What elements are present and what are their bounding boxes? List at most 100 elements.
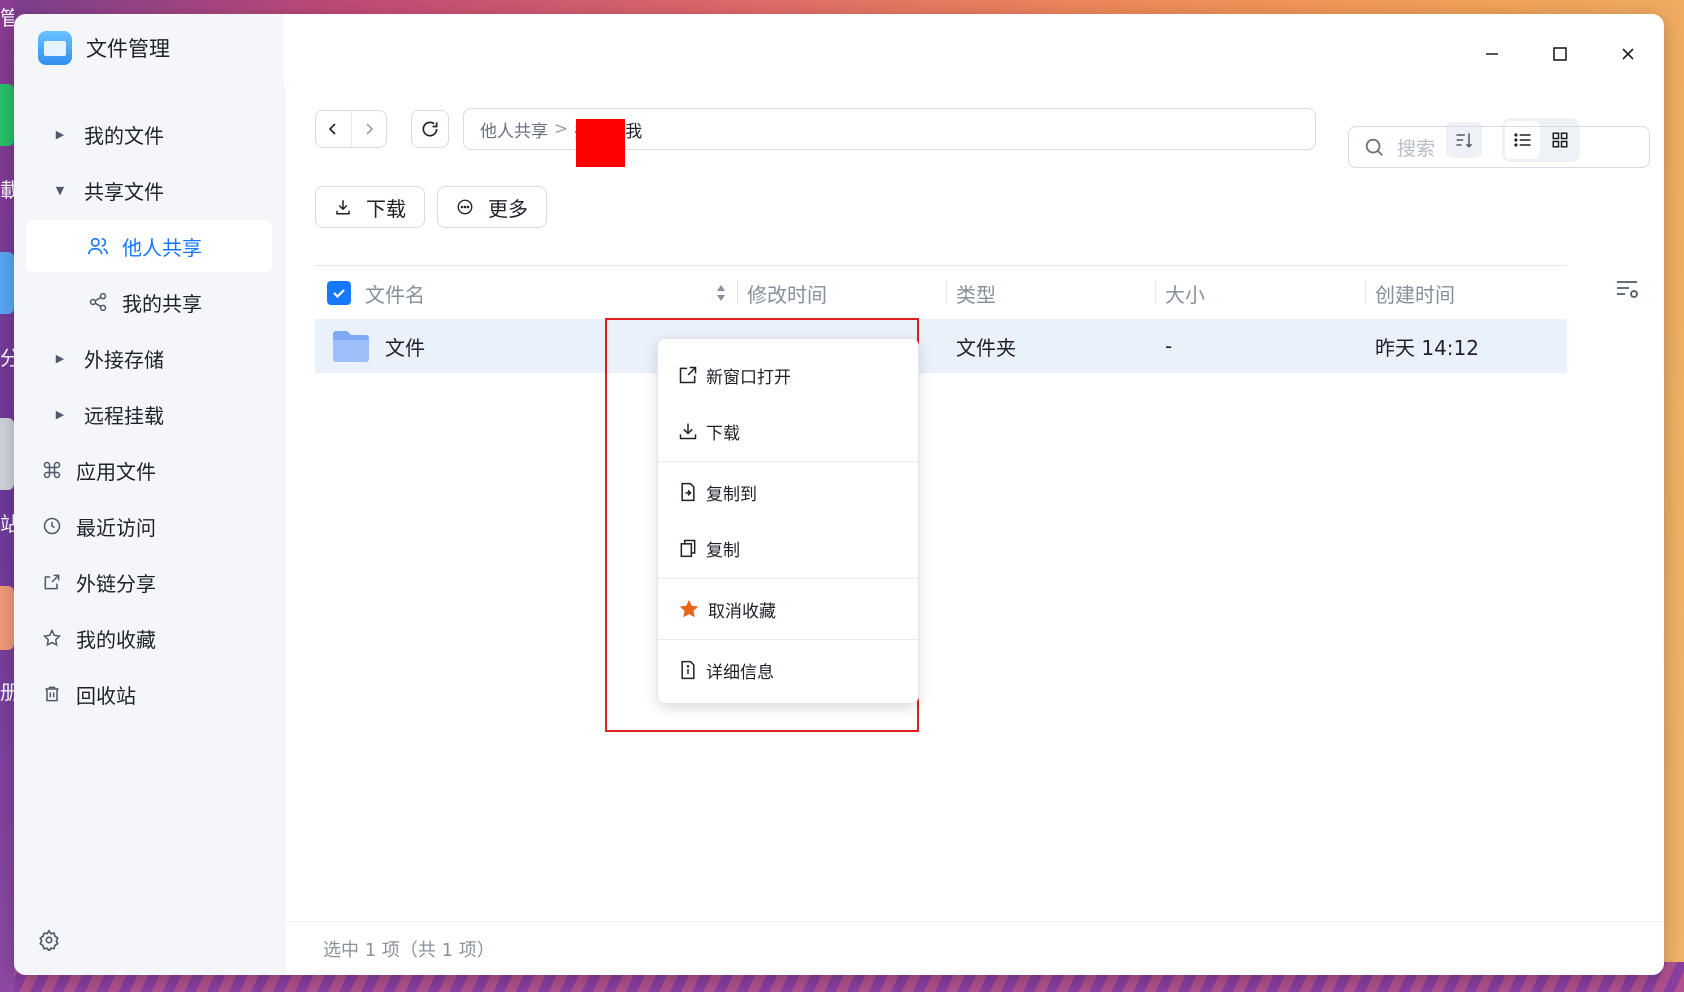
sidebar-item-label: 回收站 bbox=[76, 683, 136, 708]
sidebar-item-recent[interactable]: 最近访问 bbox=[26, 500, 272, 552]
sidebar-nav: ▶ 我的文件 ▼ 共享文件 他人共享 我的共享 ▶ 外接存储 ▶ 远程挂载 应用… bbox=[26, 108, 272, 724]
breadcrumb-separator: > bbox=[554, 119, 569, 139]
caret-right-icon[interactable]: ▶ bbox=[52, 408, 68, 421]
app-header: 文件管理 bbox=[38, 30, 170, 66]
column-label: 类型 bbox=[956, 282, 996, 307]
column-settings-icon[interactable] bbox=[1615, 278, 1641, 304]
window-title: 文件管理 bbox=[86, 37, 170, 61]
sidebar-item-link-share[interactable]: 外链分享 bbox=[26, 556, 272, 608]
menu-divider bbox=[658, 461, 918, 462]
select-all-checkbox[interactable] bbox=[327, 281, 351, 305]
search-box[interactable]: 搜索 bbox=[1348, 126, 1650, 168]
maximize-icon[interactable] bbox=[1538, 34, 1582, 74]
sidebar-item-shared-files[interactable]: ▼ 共享文件 bbox=[26, 164, 272, 216]
menu-item-unfavorite[interactable]: 取消收藏 bbox=[658, 581, 918, 637]
desktop-label-fragment: 册 bbox=[0, 680, 14, 704]
menu-item-details[interactable]: 详细信息 bbox=[658, 642, 918, 698]
column-modified[interactable]: 修改时间 bbox=[737, 266, 827, 320]
back-button[interactable] bbox=[316, 111, 351, 147]
clock-icon bbox=[40, 514, 64, 538]
search-icon bbox=[1365, 138, 1383, 156]
users-icon bbox=[86, 234, 110, 258]
column-created[interactable]: 创建时间 bbox=[1365, 266, 1455, 320]
minimize-icon[interactable] bbox=[1470, 34, 1514, 74]
table-header: 文件名 修改时间 类型 大小 创建时间 bbox=[315, 265, 1567, 319]
sidebar-item-shared-with-me[interactable]: 他人共享 bbox=[26, 220, 272, 272]
copy-to-icon bbox=[681, 482, 695, 502]
menu-item-label: 复制到 bbox=[706, 484, 757, 505]
column-label: 修改时间 bbox=[747, 282, 827, 307]
sidebar-item-external-storage[interactable]: ▶ 外接存储 bbox=[26, 332, 272, 384]
column-size[interactable]: 大小 bbox=[1155, 266, 1205, 320]
folder-app-icon bbox=[38, 31, 72, 65]
file-table: 文件名 修改时间 类型 大小 创建时间 文件 文件夹 - 昨天 14:12 bbox=[315, 265, 1567, 373]
caret-right-icon[interactable]: ▶ bbox=[52, 352, 68, 365]
forward-button[interactable] bbox=[350, 111, 386, 147]
file-size: - bbox=[1165, 334, 1173, 358]
file-created: 昨天 14:12 bbox=[1375, 335, 1479, 360]
more-button[interactable]: 更多 bbox=[437, 186, 547, 228]
sidebar-item-favorites[interactable]: 我的收藏 bbox=[26, 612, 272, 664]
column-divider bbox=[1365, 280, 1366, 304]
sidebar-item-label: 应用文件 bbox=[76, 459, 156, 484]
column-name[interactable]: 文件名 bbox=[365, 266, 425, 320]
sidebar-item-remote-mount[interactable]: ▶ 远程挂载 bbox=[26, 388, 272, 440]
close-icon[interactable] bbox=[1606, 34, 1650, 74]
file-manager-window: 文件管理 ▶ 我的文件 ▼ 共享文件 他人共享 我的共享 ▶ 外接存储 ▶ 远程… bbox=[14, 14, 1664, 975]
download-icon bbox=[336, 200, 350, 215]
redaction-block bbox=[576, 119, 625, 167]
open-external-icon bbox=[679, 366, 697, 384]
action-toolbar: 下载 更多 bbox=[315, 186, 547, 228]
desktop-app-icon[interactable] bbox=[0, 252, 14, 314]
column-label: 大小 bbox=[1165, 282, 1205, 307]
sidebar-item-recycle-bin[interactable]: 回收站 bbox=[26, 668, 272, 720]
sidebar-item-label: 我的收藏 bbox=[76, 627, 156, 652]
menu-item-copy-to[interactable]: 复制到 bbox=[658, 464, 918, 520]
column-divider bbox=[737, 280, 738, 304]
select-all-cell bbox=[327, 266, 351, 320]
star-icon bbox=[40, 626, 64, 650]
sidebar-item-my-files[interactable]: ▶ 我的文件 bbox=[26, 108, 272, 160]
selection-status: 选中 1 项（共 1 项） bbox=[323, 939, 495, 961]
sidebar-item-label: 外链分享 bbox=[76, 571, 156, 596]
sidebar-item-app-files[interactable]: 应用文件 bbox=[26, 444, 272, 496]
menu-item-copy[interactable]: 复制 bbox=[658, 520, 918, 576]
menu-item-download[interactable]: 下载 bbox=[658, 403, 918, 459]
command-icon bbox=[40, 458, 64, 482]
sidebar-item-label: 我的文件 bbox=[84, 123, 164, 148]
gear-icon[interactable] bbox=[38, 929, 60, 955]
desktop-app-icon[interactable] bbox=[0, 418, 14, 490]
menu-item-label: 新窗口打开 bbox=[706, 367, 791, 388]
sidebar-item-label: 外接存储 bbox=[84, 347, 164, 372]
main-panel: 他人共享 > 共享給我 下载 更多 bbox=[284, 80, 1664, 975]
desktop-label-fragment: 分 bbox=[0, 346, 14, 370]
menu-item-open-new-window[interactable]: 新窗口打开 bbox=[658, 347, 918, 403]
caret-down-icon[interactable]: ▼ bbox=[52, 184, 68, 197]
menu-item-label: 复制 bbox=[706, 540, 740, 561]
desktop-app-icon[interactable] bbox=[0, 84, 14, 146]
desktop-wallpaper-left bbox=[0, 0, 14, 992]
search-input[interactable]: 搜索 bbox=[1397, 134, 1435, 161]
path-toolbar: 他人共享 > 共享給我 bbox=[315, 108, 1316, 150]
status-bar: 选中 1 项（共 1 项） bbox=[285, 921, 1664, 975]
sidebar-item-my-shares[interactable]: 我的共享 bbox=[26, 276, 272, 328]
sidebar-item-label: 我的共享 bbox=[122, 291, 202, 316]
column-label: 创建时间 bbox=[1375, 282, 1455, 307]
sidebar-item-label: 共享文件 bbox=[84, 179, 164, 204]
download-label: 下载 bbox=[366, 196, 406, 221]
sort-toggle-icon[interactable] bbox=[715, 266, 727, 320]
table-row[interactable]: 文件 昨天 23:27 文件夹 - 昨天 14:12 bbox=[315, 319, 1567, 373]
breadcrumb-root[interactable]: 他人共享 bbox=[480, 117, 548, 142]
download-button[interactable]: 下载 bbox=[315, 186, 425, 228]
sidebar: 文件管理 ▶ 我的文件 ▼ 共享文件 他人共享 我的共享 ▶ 外接存储 ▶ 远程… bbox=[14, 14, 284, 975]
copy-icon bbox=[680, 539, 696, 558]
download-icon bbox=[679, 423, 697, 440]
menu-divider bbox=[658, 578, 918, 579]
refresh-button[interactable] bbox=[411, 110, 449, 148]
caret-right-icon[interactable]: ▶ bbox=[52, 128, 68, 141]
desktop-label-fragment: 管理 bbox=[0, 6, 14, 30]
column-type[interactable]: 类型 bbox=[946, 266, 996, 320]
desktop-app-icon[interactable] bbox=[0, 586, 14, 650]
desktop-label-fragment: 站 bbox=[0, 512, 14, 536]
file-name[interactable]: 文件 bbox=[385, 319, 425, 373]
